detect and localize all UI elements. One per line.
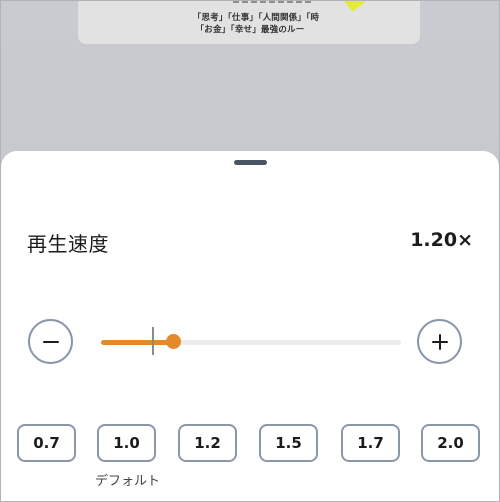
- cover-text-line-2: 「お金」「幸せ」最強のルー: [195, 25, 305, 35]
- sheet-title: 再生速度: [27, 232, 109, 256]
- speed-slider-thumb[interactable]: [166, 334, 181, 349]
- default-speed-marker: [152, 327, 154, 355]
- cover-text-line-1: 「思考」「仕事」「人間関係」「時: [192, 13, 320, 23]
- speed-preset-2.0[interactable]: 2.0: [421, 424, 480, 462]
- current-speed-value: 1.20×: [410, 229, 473, 251]
- plus-icon: [431, 333, 448, 350]
- playback-speed-sheet: 再生速度 1.20× 0.7 1.0 1.2 1.5 1.7 2.0 デフォルト: [1, 151, 499, 502]
- increase-speed-button[interactable]: [417, 319, 462, 364]
- minus-icon: [42, 340, 59, 343]
- book-cover: 「思考」「仕事」「人間関係」「時 「お金」「幸せ」最強のルー audi: [78, 0, 420, 44]
- cover-text-fragment: [233, 0, 313, 3]
- default-speed-label: デフォルト: [95, 474, 161, 489]
- speed-preset-1.2[interactable]: 1.2: [178, 424, 237, 462]
- speed-preset-1.0[interactable]: 1.0: [97, 424, 156, 462]
- speed-preset-1.7[interactable]: 1.7: [341, 424, 400, 462]
- speed-preset-1.5[interactable]: 1.5: [259, 424, 318, 462]
- sheet-drag-handle[interactable]: [234, 160, 267, 165]
- decrease-speed-button[interactable]: [28, 319, 73, 364]
- speed-preset-0.7[interactable]: 0.7: [17, 424, 76, 462]
- cover-band-text: audi: [325, 0, 420, 1]
- speed-slider-fill: [101, 340, 173, 345]
